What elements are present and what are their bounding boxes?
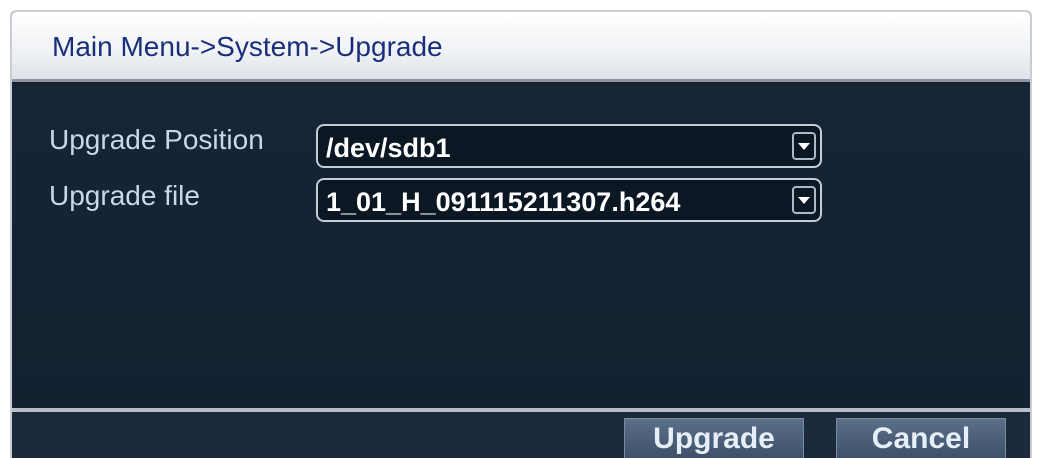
chevron-down-icon	[798, 143, 810, 150]
chevron-down-icon	[798, 197, 810, 204]
upgrade-position-dropdown-button[interactable]	[792, 132, 816, 160]
upgrade-dialog: Main Menu->System->Upgrade Upgrade Posit…	[10, 10, 1032, 458]
dialog-footer: Upgrade Cancel	[12, 412, 1030, 458]
upgrade-position-value: /dev/sdb1	[326, 133, 451, 163]
breadcrumb-title: Main Menu->System->Upgrade	[52, 31, 443, 62]
cancel-button[interactable]: Cancel	[836, 418, 1006, 458]
upgrade-file-dropdown-button[interactable]	[792, 186, 816, 214]
title-bar: Main Menu->System->Upgrade	[12, 12, 1030, 82]
upgrade-position-select[interactable]: /dev/sdb1	[316, 124, 822, 168]
dialog-content: Upgrade Position /dev/sdb1 Upgrade file …	[12, 85, 1030, 408]
upgrade-file-select[interactable]: 1_01_H_091115211307.h264	[316, 178, 822, 222]
upgrade-button[interactable]: Upgrade	[624, 418, 804, 458]
upgrade-file-value: 1_01_H_091115211307.h264	[326, 187, 681, 217]
upgrade-file-label: Upgrade file	[49, 180, 200, 211]
upgrade-position-label: Upgrade Position	[49, 124, 264, 155]
